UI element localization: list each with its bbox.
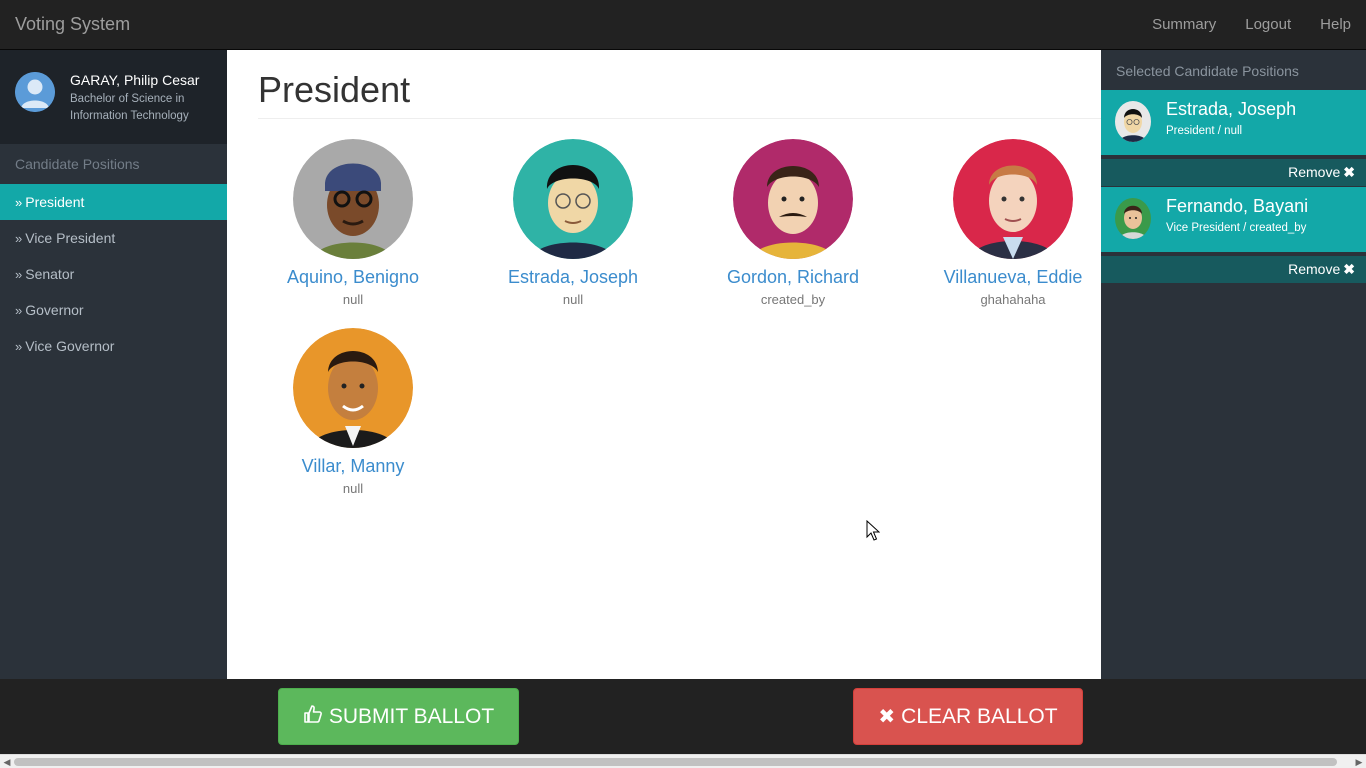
candidate-card[interactable]: Villar, Manny null: [253, 328, 453, 496]
ballot-footer: SUBMIT BALLOT ✖ CLEAR BALLOT: [0, 679, 1366, 754]
sidebar-item-president[interactable]: » President: [0, 184, 227, 220]
horizontal-scrollbar[interactable]: ◀ ▶: [0, 754, 1366, 768]
submit-ballot-button[interactable]: SUBMIT BALLOT: [278, 688, 519, 745]
close-icon: ✖: [1343, 261, 1355, 277]
mouse-cursor-icon: [866, 520, 880, 541]
sidebar-item-vice-president[interactable]: » Vice President: [0, 220, 227, 256]
candidate-card[interactable]: Estrada, Joseph null: [473, 139, 673, 307]
candidate-card[interactable]: Villanueva, Eddie ghahahaha: [913, 139, 1113, 307]
scrollbar-thumb[interactable]: [14, 758, 1337, 766]
selected-candidate-photo: [1115, 101, 1151, 142]
sidebar-item-vice-governor[interactable]: » Vice Governor: [0, 328, 227, 364]
candidate-photo[interactable]: [953, 139, 1073, 259]
candidate-card[interactable]: Gordon, Richard created_by: [693, 139, 893, 307]
sidebar-item-label: Governor: [25, 302, 84, 318]
candidate-subtext: null: [342, 292, 364, 307]
double-chevron-right-icon: »: [15, 195, 23, 210]
candidate-subtext: ghahahaha: [980, 292, 1046, 307]
candidate-name[interactable]: Villanueva, Eddie: [913, 267, 1113, 288]
candidate-subtext: null: [562, 292, 584, 307]
nav-link-summary[interactable]: Summary: [1138, 0, 1231, 50]
submit-ballot-label: SUBMIT BALLOT: [328, 704, 495, 728]
candidate-photo[interactable]: [293, 328, 413, 448]
candidate-name[interactable]: Villar, Manny: [253, 456, 453, 477]
selected-candidate-name: Fernando, Bayani: [1166, 196, 1309, 216]
double-chevron-right-icon: »: [15, 231, 23, 246]
selected-candidate-name: Estrada, Joseph: [1166, 99, 1297, 119]
user-profile: GARAY, Philip Cesar Bachelor of Science …: [0, 50, 227, 144]
page-title: President: [258, 69, 411, 110]
candidate-photo[interactable]: [733, 139, 853, 259]
selected-candidate-card: Fernando, Bayani Vice President / create…: [1101, 187, 1366, 252]
main-content: President Aquino, Benigno null Estrada, …: [227, 50, 1101, 679]
selected-candidate-detail: Vice President / created_by: [1166, 222, 1307, 234]
top-navbar: Voting System Summary Logout Help: [0, 0, 1366, 50]
selected-panel-header: Selected Candidate Positions: [1116, 63, 1299, 79]
left-sidebar: GARAY, Philip Cesar Bachelor of Science …: [0, 50, 227, 679]
selected-candidate-card: Estrada, Joseph President / null: [1101, 90, 1366, 155]
sidebar-item-senator[interactable]: » Senator: [0, 256, 227, 292]
candidate-subtext: null: [342, 481, 364, 496]
avatar: [15, 72, 55, 112]
title-divider: [258, 118, 1101, 119]
scroll-left-arrow-icon[interactable]: ◀: [0, 756, 14, 768]
double-chevron-right-icon: »: [15, 303, 23, 318]
sidebar-item-label: President: [25, 194, 85, 210]
nav-link-logout[interactable]: Logout: [1231, 0, 1306, 50]
candidate-photo[interactable]: [513, 139, 633, 259]
sidebar-item-label: Senator: [25, 266, 75, 282]
remove-button[interactable]: Remove ✖: [1101, 256, 1366, 283]
close-icon: ✖: [1343, 164, 1355, 180]
selected-candidates-panel: Selected Candidate Positions Estrada, Jo…: [1101, 50, 1366, 679]
sidebar-header: Candidate Positions: [15, 156, 140, 172]
clear-ballot-label: CLEAR BALLOT: [901, 704, 1058, 728]
remove-label: Remove: [1288, 261, 1341, 277]
close-icon: ✖: [878, 706, 896, 728]
user-course: Bachelor of Science in Information Techn…: [70, 93, 189, 122]
scroll-right-arrow-icon[interactable]: ▶: [1352, 756, 1366, 768]
candidate-card[interactable]: Aquino, Benigno null: [253, 139, 453, 307]
candidate-subtext: created_by: [760, 292, 826, 307]
sidebar-item-label: Vice President: [25, 230, 116, 246]
remove-label: Remove: [1288, 164, 1341, 180]
user-avatar-icon: [15, 72, 55, 112]
candidate-name[interactable]: Aquino, Benigno: [253, 267, 453, 288]
selected-candidate-detail: President / null: [1166, 125, 1243, 137]
sidebar-item-governor[interactable]: » Governor: [0, 292, 227, 328]
position-menu: » President » Vice President » Senator » Gov…: [0, 184, 227, 364]
app-brand[interactable]: Voting System: [15, 14, 130, 35]
candidate-photo[interactable]: [293, 139, 413, 259]
selected-candidate-photo: [1115, 198, 1151, 239]
clear-ballot-button[interactable]: ✖ CLEAR BALLOT: [853, 688, 1083, 745]
nav-links: Summary Logout Help: [1138, 0, 1366, 50]
sidebar-item-label: Vice Governor: [25, 338, 115, 354]
candidate-name[interactable]: Gordon, Richard: [693, 267, 893, 288]
double-chevron-right-icon: »: [15, 267, 23, 282]
thumbs-up-icon: [303, 704, 323, 730]
nav-link-help[interactable]: Help: [1306, 0, 1366, 50]
remove-button[interactable]: Remove ✖: [1101, 159, 1366, 186]
double-chevron-right-icon: »: [15, 339, 23, 354]
candidate-name[interactable]: Estrada, Joseph: [473, 267, 673, 288]
user-name: GARAY, Philip Cesar: [70, 72, 200, 88]
